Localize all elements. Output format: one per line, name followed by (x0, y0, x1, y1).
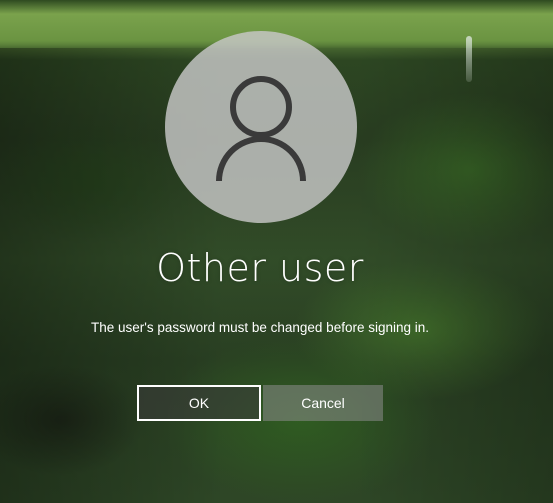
user-name-title: Other user (156, 246, 364, 290)
cancel-button[interactable]: Cancel (263, 385, 383, 421)
password-change-message: The user's password must be changed befo… (90, 320, 430, 335)
user-silhouette-icon (216, 76, 306, 182)
user-avatar (165, 31, 357, 223)
ok-button[interactable]: OK (137, 385, 261, 421)
background-waterfall (466, 36, 472, 82)
